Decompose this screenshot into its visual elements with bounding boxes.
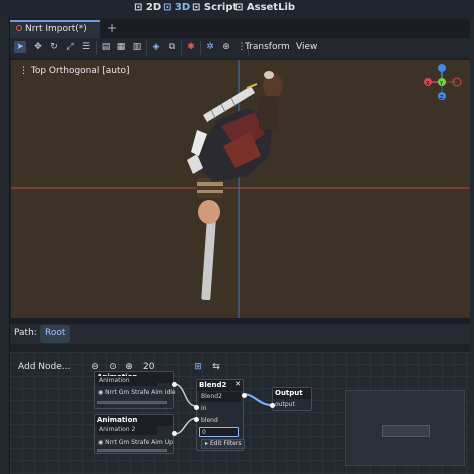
animation-node-1-clip[interactable]: ◉ Nrrt Gm Strafe Aim Idle (98, 389, 176, 396)
mode-2d-label: 2D (145, 2, 162, 13)
animation-node-2[interactable]: Animation Animation 2 ◉ Nrrt Gm Strafe A… (94, 414, 177, 454)
local-space-icon[interactable]: ▥ (131, 41, 143, 53)
edit-filters-label: Edit Filters (209, 440, 242, 447)
mode-3d-button[interactable]: ⊡ 3D (163, 2, 190, 13)
snap-icon[interactable]: ◈ (150, 41, 162, 53)
graph-minimap[interactable] (345, 390, 465, 466)
blend2-close-icon[interactable]: ✕ (235, 380, 241, 388)
toolbar-separator (181, 41, 182, 55)
lock-icon[interactable]: ▤ (100, 41, 112, 53)
right-dock-edge (470, 18, 474, 474)
orientation-gizmo: X Y Z (424, 64, 462, 101)
scene-tab-bar: Nrrt Import(*) + (10, 20, 470, 38)
environment-icon[interactable]: ✲ (204, 41, 216, 53)
animation-node-1-name[interactable]: Animation (97, 376, 157, 386)
gizmo-neg-z-circle (438, 64, 446, 72)
top-mode-bar: ⊡ 2D ⊡ 3D ⊡ Script ⊡ AssetLib (0, 0, 474, 18)
toolbar-separator (200, 41, 201, 55)
scene-root-icon (16, 25, 22, 31)
gizmos-icon[interactable]: ⊕ (220, 41, 232, 53)
blend2-node[interactable]: Blend2 ✕ Blend2 in blend 0 ▸ Edit Filter… (194, 379, 247, 451)
connection-anim1-blend2 (173, 383, 197, 407)
animation-node-2-progress (97, 449, 167, 452)
transform-menu[interactable]: Transform (245, 42, 290, 52)
character-model (187, 71, 283, 301)
animation-node-2-name[interactable]: Animation 2 (97, 425, 157, 435)
animation-node-1-progress (97, 401, 167, 404)
add-tab-button[interactable]: + (107, 21, 117, 35)
blend2-blend-label: blend (201, 417, 218, 424)
toolbar-separator (96, 41, 97, 55)
output-in-port[interactable] (270, 403, 275, 408)
group-icon[interactable]: ▦ (115, 41, 127, 53)
viewport-mode-label: Top Orthogonal [auto] (30, 66, 130, 76)
animation-clip-icon: ◉ (98, 389, 104, 396)
minimap-viewport (382, 425, 430, 437)
animation-node-1[interactable]: Animation Animation ◉ Nrrt Gm Strafe Aim… (94, 371, 177, 409)
animation-node-2-clip[interactable]: ◉ Nrrt Gm Strafe Aim Up (98, 439, 173, 446)
3d-viewport[interactable]: X Y Z ⋮ Top Orthogonal [auto] (11, 60, 470, 318)
mode-script-button[interactable]: ⊡ Script (192, 2, 237, 13)
gizmo-x-label: X (426, 81, 430, 87)
viewport-toolbar: ➤ ✥ ↻ ⤢ ☰ ▤ ▦ ▥ ◈ ⧉ ✱ ✲ ⊕ ⋮ Transform Vi… (10, 38, 470, 58)
output-node[interactable]: Output output (270, 387, 312, 411)
mode-script-label: Script (203, 2, 238, 13)
view-menu[interactable]: View (296, 42, 317, 52)
toolbar-separator (146, 41, 147, 55)
animation-node-2-out-port[interactable] (172, 431, 177, 436)
camera-icon[interactable]: ⧉ (166, 41, 178, 53)
left-dock-edge (0, 18, 10, 474)
blend2-node-name[interactable]: Blend2 (199, 392, 241, 402)
blend2-in-label: in (201, 405, 207, 412)
mode-2d-button[interactable]: ⊡ 2D (134, 2, 161, 13)
output-port-label: output (275, 401, 295, 408)
blend2-in-port[interactable] (194, 405, 199, 410)
sun-icon[interactable]: ✱ (185, 41, 197, 53)
animation-node-1-out-port[interactable] (172, 382, 177, 387)
scene-tab[interactable]: Nrrt Import(*) (10, 20, 100, 38)
blend2-amount-input[interactable]: 0 (199, 427, 239, 437)
select-icon[interactable]: ➤ (14, 41, 26, 53)
output-node-title: Output (273, 388, 311, 399)
mode-assetlib-button[interactable]: ⊡ AssetLib (235, 2, 295, 13)
mode-3d-label: 3D (174, 2, 191, 13)
list-select-icon[interactable]: ☰ (80, 41, 92, 53)
scale-icon[interactable]: ⤢ (64, 41, 76, 53)
path-root-button[interactable]: Root (40, 325, 71, 343)
blend2-out-port[interactable] (242, 393, 247, 398)
scene-tab-label: Nrrt Import(*) (25, 24, 87, 34)
rotate-icon[interactable]: ↻ (48, 41, 60, 53)
animation-node-2-clip-label: Nrrt Gm Strafe Aim Up (105, 439, 173, 446)
move-icon[interactable]: ✥ (32, 41, 44, 53)
filter-icon: ▸ (205, 440, 209, 447)
path-label: Path: (14, 328, 37, 338)
mode-assetlib-label: AssetLib (246, 2, 296, 13)
edit-filters-button[interactable]: ▸ Edit Filters (201, 439, 246, 449)
viewport-scene: X Y Z (11, 60, 470, 318)
gizmo-z-label: Z (440, 95, 444, 101)
blend2-blend-port[interactable] (194, 417, 199, 422)
path-bar: Path: Root (10, 324, 470, 344)
animation-node-1-clip-label: Nrrt Gm Strafe Aim Idle (105, 389, 176, 396)
animation-clip-icon: ◉ (98, 439, 104, 446)
viewport-menu[interactable]: ⋮ Top Orthogonal [auto] (19, 66, 130, 76)
